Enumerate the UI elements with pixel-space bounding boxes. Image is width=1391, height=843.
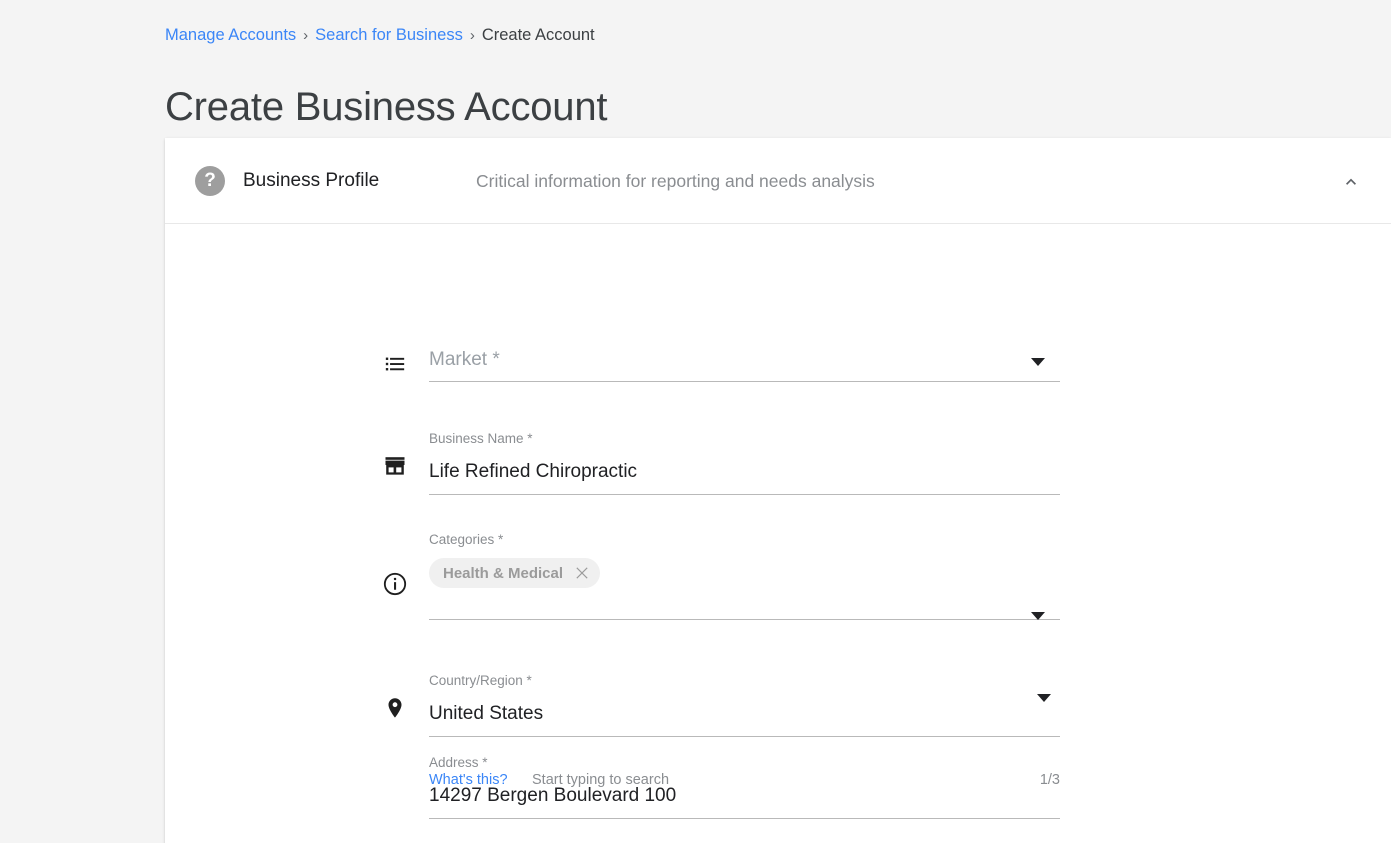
category-chip-remove-icon[interactable] [573,564,591,582]
category-chip-label: Health & Medical [443,564,564,582]
categories-field[interactable]: Categories * Health & Medical [429,531,1060,620]
category-chip[interactable]: Health & Medical [429,558,601,588]
list-icon [379,348,411,380]
country-region-value: United States [429,703,544,724]
address-value: 14297 Bergen Boulevard 100 [429,785,677,806]
collapse-section-button[interactable] [1333,164,1369,200]
categories-label: Categories * [429,532,504,547]
market-placeholder: Market * [429,349,500,370]
card-header: ? Business Profile Critical information … [165,138,1391,224]
location-pin-icon [379,692,411,724]
list-icon-glyph [385,357,405,371]
breadcrumb: Manage Accounts › Search for Business › Crea… [165,24,595,47]
breadcrumb-separator-1: › [303,27,309,44]
country-region-field[interactable]: Country/Region * United States [429,672,1060,737]
info-icon-glyph [383,572,407,596]
breadcrumb-link-search-for-business[interactable]: Search for Business [315,26,463,44]
country-region-label: Country/Region * [429,673,532,688]
card-title: Business Profile [243,170,380,191]
page-root: Manage Accounts › Search for Business › Crea… [0,0,1391,843]
location-pin-icon-glyph [388,698,402,718]
market-dropdown-caret[interactable] [1031,358,1045,366]
page-title: Create Business Account [165,84,608,129]
country-region-underline [429,736,1060,737]
business-name-value: Life Refined Chiropractic [429,461,638,482]
address-underline [429,818,1060,819]
card-subtitle: Critical information for reporting and n… [476,171,875,191]
breadcrumb-separator-2: › [469,27,475,44]
categories-chip-list: Health & Medical [429,558,1060,588]
breadcrumb-current-create-account: Create Account [481,26,595,44]
categories-underline [429,619,1060,620]
store-icon [379,450,411,482]
help-icon[interactable]: ? [195,166,225,196]
market-field[interactable]: Market * [429,346,1060,382]
business-name-field[interactable]: Business Name * Life Refined Chiropracti… [429,430,1060,495]
info-icon [379,568,411,600]
address-label: Address * [429,755,488,770]
business-profile-card: ? Business Profile Critical information … [165,138,1391,843]
address-field[interactable]: Address * 14297 Bergen Boulevard 100 [429,754,1060,819]
business-name-underline [429,494,1060,495]
breadcrumb-link-manage-accounts[interactable]: Manage Accounts [165,26,296,44]
store-icon-glyph [385,457,405,475]
business-name-label: Business Name * [429,431,533,446]
market-underline [429,381,1060,382]
country-region-dropdown-caret[interactable] [1037,694,1051,702]
categories-dropdown-caret[interactable] [1031,612,1045,620]
close-icon [576,567,588,579]
chevron-up-icon [1346,178,1356,185]
